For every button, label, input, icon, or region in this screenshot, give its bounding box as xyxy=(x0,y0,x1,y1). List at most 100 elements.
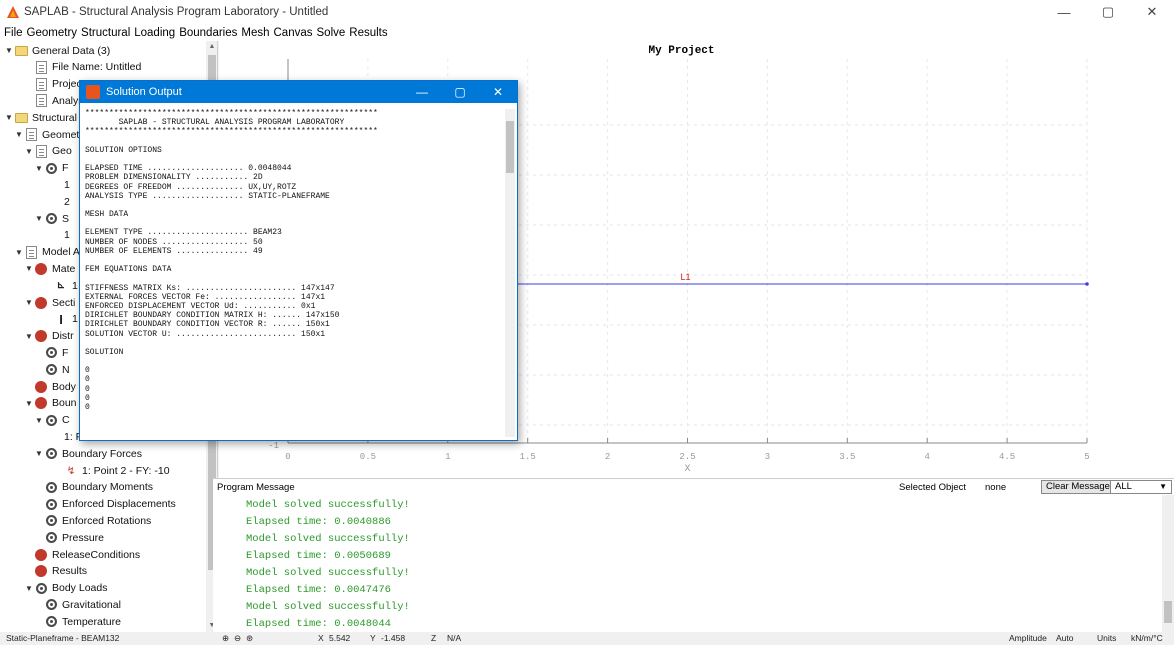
expand-arrow-icon[interactable]: ▼ xyxy=(34,164,44,173)
tree-item-label: 1 xyxy=(64,229,70,242)
tree-item-label: 1 xyxy=(64,178,70,191)
tree-item[interactable]: ▼ General Data (3) xyxy=(4,42,110,59)
dialog-minimize-icon[interactable]: — xyxy=(403,81,441,103)
expand-arrow-icon[interactable]: ▼ xyxy=(34,449,44,458)
expand-arrow-icon[interactable]: ▼ xyxy=(34,214,44,223)
output-line: ANALYSIS TYPE ................... STATIC… xyxy=(85,191,330,201)
tree-item[interactable]: ▼ F xyxy=(34,160,68,177)
tree-item[interactable]: ↯ 1: Point 2 - FY: -10 xyxy=(54,462,170,479)
x-tick-label: 2.5 xyxy=(679,452,695,462)
tree-item[interactable]: ▼ Geo xyxy=(24,143,72,160)
output-line: PROBLEM DIMENSIONALITY ........... 2D xyxy=(85,173,263,183)
expand-arrow-icon[interactable]: ▼ xyxy=(24,332,34,341)
x-tick-label: 2 xyxy=(605,452,610,462)
expand-arrow-icon[interactable]: ▼ xyxy=(24,264,34,273)
expand-arrow-icon[interactable]: ▼ xyxy=(24,147,34,156)
expand-arrow-icon[interactable]: ▼ xyxy=(14,248,24,257)
tree-item[interactable]: ▼ C xyxy=(34,412,70,429)
tree-item[interactable]: Pressure xyxy=(34,529,104,546)
tree-item[interactable]: Body xyxy=(24,378,76,395)
tree-item[interactable]: ▼ Boundary Forces xyxy=(34,445,142,462)
tree-item[interactable]: Temperature xyxy=(34,613,121,630)
expand-arrow-icon[interactable]: ▼ xyxy=(24,298,34,307)
tree-item[interactable]: ▼ Mate xyxy=(24,260,75,277)
output-line: NUMBER OF NODES .................. 50 xyxy=(85,237,263,247)
tree-item[interactable]: Enforced Displacements xyxy=(34,496,176,513)
tree-item[interactable]: Results xyxy=(24,563,87,580)
menu-boundaries[interactable]: Boundaries xyxy=(179,27,237,39)
tree-item[interactable]: ▼ Boun xyxy=(24,395,77,412)
menu-solve[interactable]: Solve xyxy=(317,27,346,39)
tree-item[interactable]: N xyxy=(34,361,70,378)
output-line: SOLUTION xyxy=(85,347,124,357)
pan-icon[interactable]: ⊛ xyxy=(246,633,253,644)
tree-item[interactable]: ▼ Body Loads xyxy=(24,580,107,597)
tree-item[interactable]: F xyxy=(34,344,68,361)
x-tick-label: 4 xyxy=(924,452,929,462)
menu-loading[interactable]: Loading xyxy=(134,27,175,39)
x-tick-label: 1 xyxy=(445,452,450,462)
tree-item[interactable]: I1 xyxy=(44,311,78,328)
expand-arrow-icon[interactable]: ▼ xyxy=(4,46,14,55)
expand-arrow-icon[interactable]: ▼ xyxy=(34,416,44,425)
menu-geometry[interactable]: Geometry xyxy=(27,27,78,39)
expand-arrow-icon[interactable]: ▼ xyxy=(4,113,14,122)
menu-results[interactable]: Results xyxy=(349,27,387,39)
minimize-icon[interactable]: — xyxy=(1042,0,1086,24)
tree-item[interactable]: ▼ Model A xyxy=(14,244,80,261)
tree-item[interactable]: Gravitational xyxy=(34,596,121,613)
dialog-title: Solution Output xyxy=(106,86,182,98)
zoom-in-icon[interactable]: ⊕ xyxy=(222,633,229,644)
menu-structural[interactable]: Structural xyxy=(81,27,130,39)
maximize-icon[interactable]: ▢ xyxy=(1086,0,1130,24)
gear-icon xyxy=(34,582,48,595)
dialog-maximize-icon[interactable]: ▢ xyxy=(441,81,479,103)
tree-item[interactable]: ⊾ 1 xyxy=(44,277,78,294)
x-coord-value: 5.542 xyxy=(329,633,351,643)
close-icon[interactable]: ✕ xyxy=(1130,0,1174,24)
tree-item[interactable]: 1 xyxy=(54,227,70,244)
x-tick-label: 3 xyxy=(765,452,770,462)
scroll-up-icon[interactable]: ▲ xyxy=(206,41,217,53)
expand-arrow-icon[interactable]: ▼ xyxy=(24,399,34,408)
dialog-scroll-thumb[interactable] xyxy=(506,121,514,173)
output-line: 0 xyxy=(85,375,90,385)
tree-item[interactable]: 2 xyxy=(54,193,70,210)
message-scrollbar[interactable] xyxy=(1162,495,1174,633)
clear-messages-button[interactable]: Clear Messages xyxy=(1041,480,1120,494)
expand-arrow-icon[interactable]: ▼ xyxy=(24,584,34,593)
tree-item[interactable]: Boundary Moments xyxy=(34,479,153,496)
dialog-close-icon[interactable]: ✕ xyxy=(479,81,517,103)
tree-item[interactable]: ▼ Structural M xyxy=(4,109,89,126)
tree-item[interactable]: Enforced Rotations xyxy=(34,512,151,529)
tree-item[interactable]: ReleaseConditions xyxy=(24,546,140,563)
tree-item-label: Gravitational xyxy=(62,598,121,611)
program-message-label: Program Message xyxy=(217,482,295,493)
dialog-title-bar[interactable]: Solution Output — ▢ ✕ xyxy=(80,81,517,103)
message-scroll-thumb[interactable] xyxy=(1164,601,1172,623)
red-icon xyxy=(34,262,48,275)
output-line: 0 xyxy=(85,384,90,394)
tree-item[interactable]: 1 xyxy=(54,176,70,193)
tree-item[interactable]: ▼ Distr xyxy=(24,328,74,345)
tree-item[interactable]: ▼ S xyxy=(34,210,69,227)
zoom-out-icon[interactable]: ⊖ xyxy=(234,633,241,644)
x-tick-label: 3.5 xyxy=(839,452,855,462)
menu-canvas[interactable]: Canvas xyxy=(274,27,313,39)
message-filter-select[interactable]: ALL ▼ xyxy=(1110,480,1172,494)
menu-mesh[interactable]: Mesh xyxy=(241,27,269,39)
message-line: Model solved successfully! xyxy=(246,533,410,545)
menu-file[interactable]: File xyxy=(4,27,23,39)
tree-item-label: ReleaseConditions xyxy=(52,548,141,561)
selected-object-value: none xyxy=(985,482,1007,493)
gear-icon xyxy=(44,514,58,527)
tree-item[interactable]: ▼ Geomet xyxy=(14,126,79,143)
tree-item-label: Distr xyxy=(52,330,74,343)
x-tick-label: 0 xyxy=(285,452,290,462)
tree-item[interactable]: File Name: Untitled xyxy=(24,59,141,76)
tree-item[interactable]: ▼ Secti xyxy=(24,294,75,311)
expand-arrow-icon[interactable]: ▼ xyxy=(14,130,24,139)
dialog-scrollbar[interactable] xyxy=(505,109,515,437)
message-line: Model solved successfully! xyxy=(246,567,410,579)
